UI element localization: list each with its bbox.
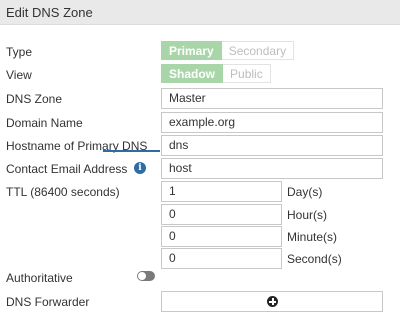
dns-zone-input[interactable]: Master	[161, 88, 383, 109]
contact-email-input[interactable]: host	[161, 158, 383, 179]
ttl-days-input[interactable]: 1	[161, 181, 282, 202]
contact-email-label: Contact Email Address	[6, 162, 128, 176]
domain-name-label: Domain Name	[6, 116, 83, 130]
view-segmented-control: Shadow Public	[161, 64, 271, 83]
ttl-seconds-input[interactable]: 0	[161, 248, 282, 269]
view-public-button[interactable]: Public	[223, 64, 271, 83]
ttl-hours-input[interactable]: 0	[161, 204, 282, 225]
dialog-title: Edit DNS Zone	[6, 5, 93, 20]
ttl-seconds-unit: Second(s)	[287, 252, 342, 266]
ttl-days-unit: Day(s)	[287, 185, 323, 199]
domain-name-input[interactable]: example.org	[161, 112, 383, 133]
view-shadow-button[interactable]: Shadow	[161, 64, 224, 83]
dns-forwarder-label: DNS Forwarder	[6, 295, 90, 309]
type-segmented-control: Primary Secondary	[161, 41, 295, 60]
add-dns-forwarder-button[interactable]	[161, 291, 383, 312]
view-label: View	[6, 68, 32, 82]
ttl-label: TTL (86400 seconds)	[6, 185, 120, 199]
dns-zone-label: DNS Zone	[6, 92, 63, 106]
toggle-knob	[138, 272, 146, 280]
dialog-header: Edit DNS Zone	[0, 0, 400, 25]
ttl-minutes-unit: Minute(s)	[287, 230, 338, 244]
primary-dns-input[interactable]: dns	[161, 135, 383, 156]
type-primary-button[interactable]: Primary	[161, 41, 222, 60]
label-underline-decoration	[103, 150, 160, 152]
authoritative-label: Authoritative	[6, 271, 73, 285]
type-secondary-button[interactable]: Secondary	[221, 41, 295, 60]
ttl-hours-unit: Hour(s)	[287, 208, 328, 222]
type-label: Type	[6, 45, 33, 59]
info-icon[interactable]: i	[134, 162, 146, 174]
ttl-minutes-input[interactable]: 0	[161, 226, 282, 247]
plus-circle-icon	[267, 296, 278, 307]
authoritative-toggle[interactable]	[137, 271, 155, 281]
